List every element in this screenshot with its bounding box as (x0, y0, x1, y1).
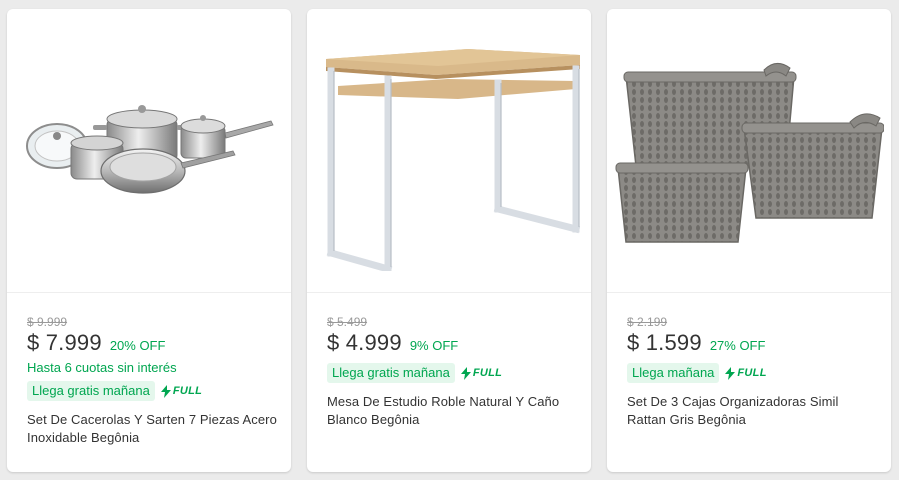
baskets-icon (615, 62, 884, 243)
shipping-badge: Llega gratis mañana (327, 363, 455, 383)
full-label: FULL (472, 367, 503, 379)
lightning-icon (460, 366, 471, 380)
product-title[interactable]: Set De Cacerolas Y Sarten 7 Piezas Acero… (27, 411, 277, 447)
shipping-badge: Llega gratis mañana (27, 381, 155, 401)
price: $ 1.599 (627, 330, 702, 355)
product-image[interactable] (7, 9, 291, 293)
full-badge: FULL (725, 366, 767, 380)
product-image[interactable] (307, 9, 591, 293)
full-label: FULL (172, 385, 203, 397)
cookware-set-icon (26, 104, 274, 194)
full-badge: FULL (460, 366, 503, 380)
shipping-badge: Llega mañana (627, 363, 720, 383)
product-title[interactable]: Mesa De Estudio Roble Natural Y Caño Bla… (327, 393, 577, 429)
original-price: $ 9.999 (27, 315, 68, 329)
original-price: $ 5.499 (327, 315, 368, 329)
product-title[interactable]: Set De 3 Cajas Organizadoras Simil Ratta… (627, 393, 877, 429)
price: $ 4.999 (327, 330, 402, 355)
discount-badge: 9% OFF (409, 338, 459, 353)
full-label: FULL (737, 367, 767, 379)
discount-badge: 27% OFF (709, 338, 766, 353)
lightning-icon (725, 366, 736, 380)
original-price: $ 2.199 (627, 315, 668, 329)
product-card[interactable]: $ 5.499 $ 4.999 9% OFF Llega gratis maña… (307, 9, 591, 472)
discount-badge: 20% OFF (109, 338, 166, 353)
installments-text: Hasta 6 cuotas sin interés (27, 360, 177, 375)
price: $ 7.999 (27, 330, 102, 355)
product-card[interactable]: $ 2.199 $ 1.599 27% OFF Llega mañana FUL… (607, 9, 891, 472)
product-card[interactable]: $ 9.999 $ 7.999 20% OFF Hasta 6 cuotas s… (7, 9, 291, 472)
full-badge: FULL (160, 384, 203, 398)
desk-icon (326, 48, 580, 271)
product-image[interactable] (607, 9, 891, 293)
lightning-icon (160, 384, 171, 398)
